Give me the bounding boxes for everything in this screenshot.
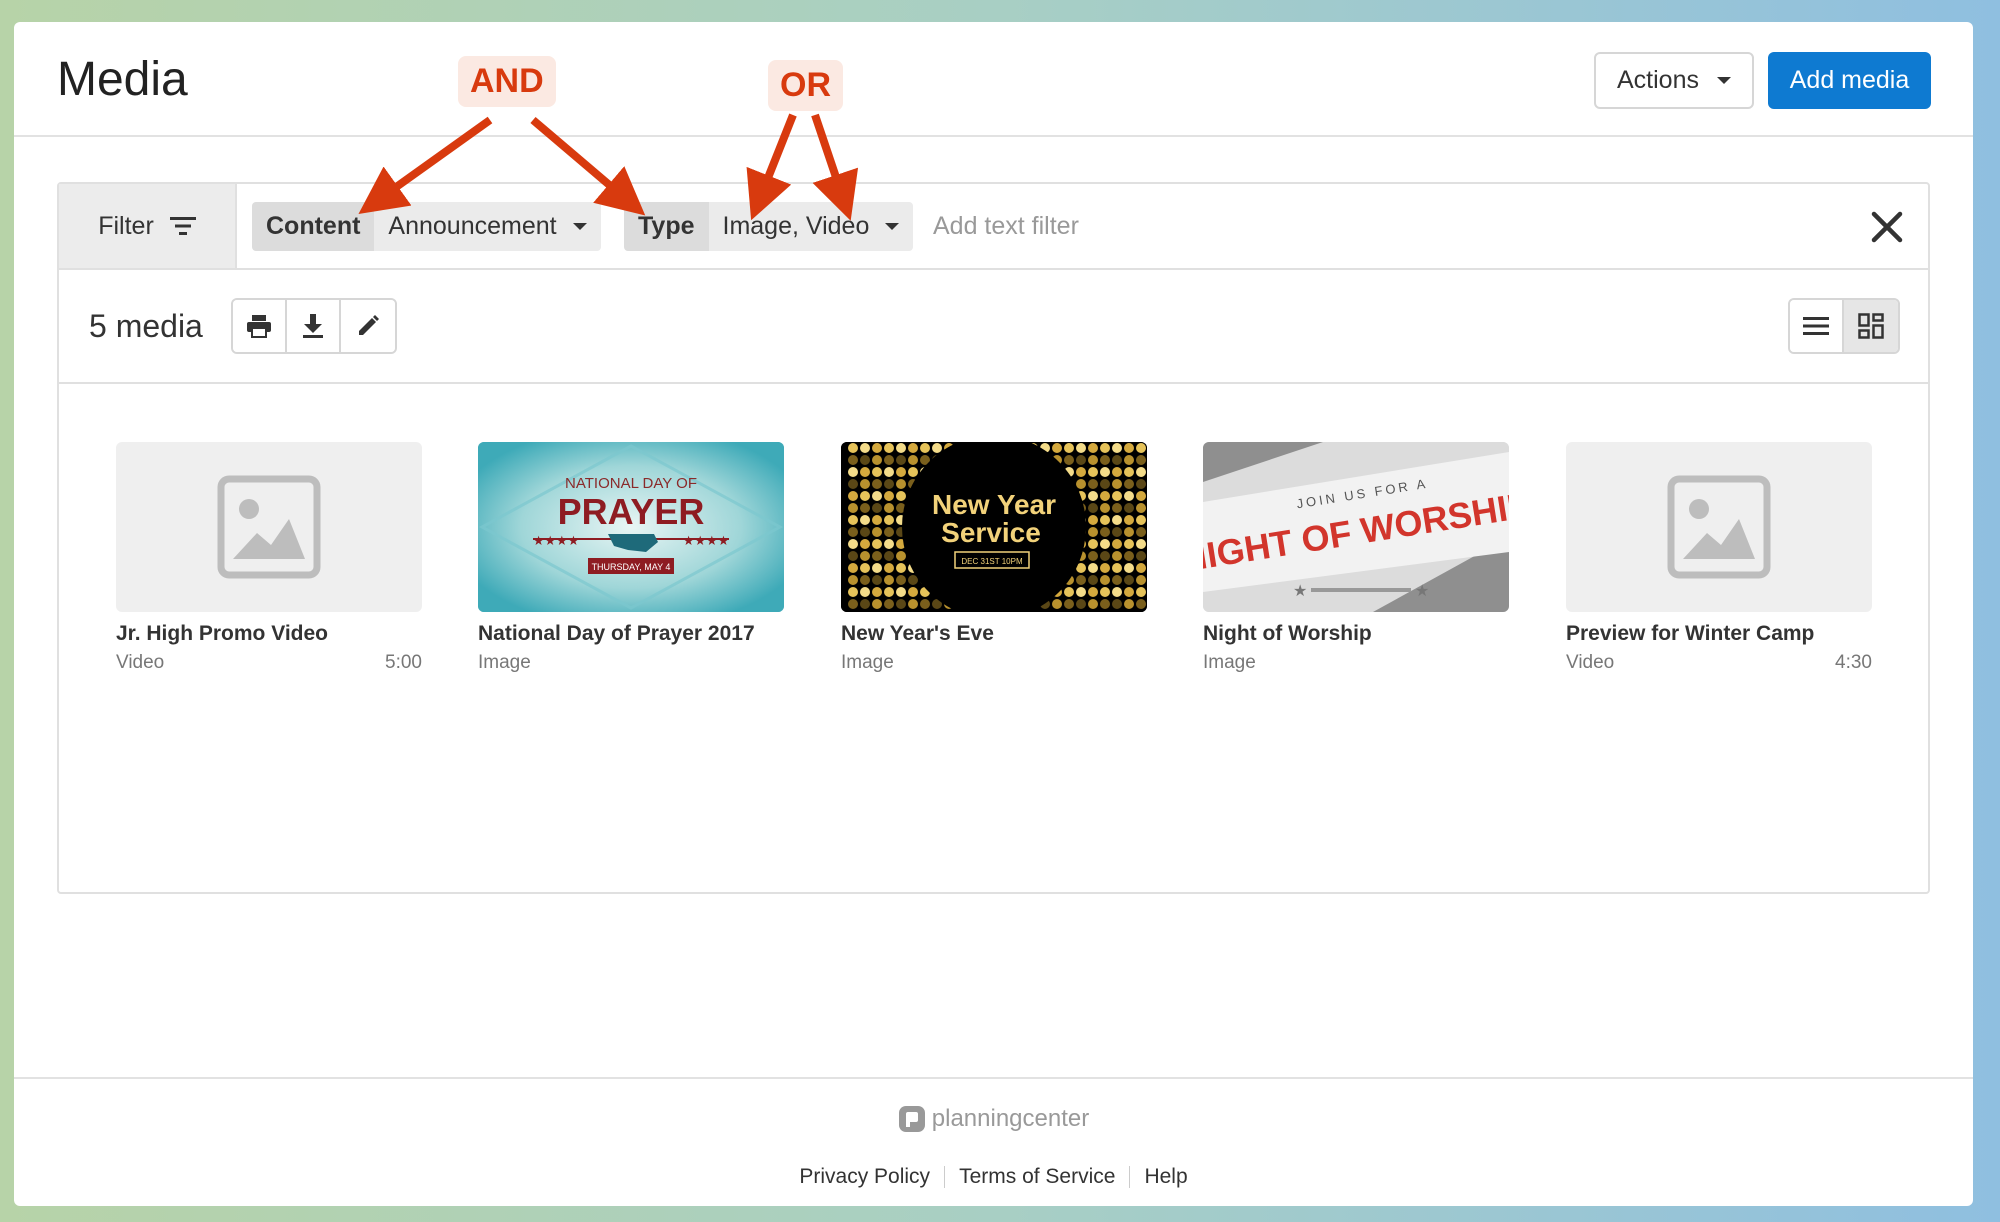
media-meta: Video 4:30 [1566,652,1872,674]
page-footer: planningcenter Privacy Policy Terms of S… [14,1077,1973,1206]
prayer-line3: THURSDAY, MAY 4 [592,562,671,572]
media-panel: Filter Content Announcement Type Image, … [57,182,1930,894]
bulk-actions-group [231,298,397,354]
results-toolbar: 5 media [59,270,1928,384]
image-placeholder-icon [217,475,321,579]
media-meta: Image [1203,652,1509,674]
grid-view-button[interactable] [1844,300,1898,352]
footer-links: Privacy Policy Terms of Service Help [14,1165,1973,1189]
chip-value-content[interactable]: Announcement [374,202,601,251]
filter-icon [169,217,196,235]
type-filter-chip[interactable]: Type Image, Video [624,202,914,251]
media-type: Video [1566,652,1615,673]
media-duration: 4:30 [1835,652,1872,673]
media-count: 5 media [89,308,203,344]
chip-value-type[interactable]: Image, Video [708,202,914,251]
actions-label: Actions [1617,66,1699,94]
chip-value-text: Image, Video [722,212,870,240]
close-icon[interactable] [1868,208,1906,246]
chip-key-type: Type [624,202,709,251]
add-text-filter-input[interactable]: Add text filter [933,202,1079,251]
svg-text:★★★★: ★★★★ [533,533,580,548]
page-title: Media [57,53,188,106]
newyear-artwork: New Year Service DEC 31ST 10PM [841,442,1147,612]
view-toggle-group [1788,298,1900,354]
add-media-button[interactable]: Add media [1768,52,1931,109]
media-type: Video [116,652,165,673]
chevron-down-icon [1716,77,1731,84]
media-title[interactable]: Preview for Winter Camp [1566,622,1872,646]
privacy-policy-link[interactable]: Privacy Policy [799,1165,930,1189]
content-filter-chip[interactable]: Content Announcement [252,202,601,251]
chip-value-text: Announcement [388,212,557,240]
pencil-icon [359,315,379,335]
media-type: Image [841,652,894,673]
filter-bar: Filter Content Announcement Type Image, … [59,184,1928,270]
prayer-artwork: NATIONAL DAY OF PRAYER ★★★★ ★★★★ THURSDA… [478,442,784,612]
media-card[interactable]: New Year Service DEC 31ST 10PM New Year'… [841,442,1147,674]
chevron-down-icon [572,223,587,230]
download-icon [303,314,323,338]
filter-label: Filter [98,211,154,240]
chevron-down-icon [885,223,900,230]
media-meta: Image [841,652,1147,674]
link-divider [1129,1166,1131,1188]
media-thumbnail[interactable]: New Year Service DEC 31ST 10PM [841,442,1147,612]
media-duration: 5:00 [385,652,422,673]
image-placeholder-icon [1667,475,1771,579]
media-thumbnail[interactable]: NATIONAL DAY OF PRAYER ★★★★ ★★★★ THURSDA… [478,442,784,612]
media-meta: Video 5:00 [116,652,422,674]
brand-name: planningcenter [931,1105,1090,1132]
media-card[interactable]: Preview for Winter Camp Video 4:30 [1566,442,1872,674]
page-header: Media Actions Add media [14,22,1973,137]
worship-artwork: JOIN US FOR A NIGHT OF WORSHIP ★ ★ [1203,442,1509,612]
filter-button[interactable]: Filter [59,184,237,268]
download-button[interactable] [287,300,341,352]
media-thumbnail[interactable] [116,442,422,612]
media-card[interactable]: JOIN US FOR A NIGHT OF WORSHIP ★ ★ Night… [1203,442,1509,674]
newyear-line3: DEC 31ST 10PM [961,557,1023,566]
media-card[interactable]: NATIONAL DAY OF PRAYER ★★★★ ★★★★ THURSDA… [478,442,784,674]
planning-center-icon [898,1106,925,1132]
list-icon [1803,317,1829,335]
prayer-line1: NATIONAL DAY OF [565,475,697,492]
media-title[interactable]: National Day of Prayer 2017 [478,622,784,646]
edit-button[interactable] [341,300,395,352]
terms-of-service-link[interactable]: Terms of Service [959,1165,1115,1189]
media-grid: Jr. High Promo Video Video 5:00 NATIONAL… [59,384,1928,892]
print-button[interactable] [233,300,287,352]
newyear-line2: Service [941,517,1041,548]
prayer-line2: PRAYER [558,491,705,532]
app-window: Media Actions Add media Filter Content A… [14,22,1973,1206]
or-annotation: OR [768,60,843,111]
list-view-button[interactable] [1790,300,1844,352]
svg-text:★: ★ [1415,583,1429,600]
actions-dropdown-button[interactable]: Actions [1594,52,1754,109]
media-title[interactable]: Jr. High Promo Video [116,622,422,646]
and-annotation: AND [458,56,556,107]
planning-center-logo: planningcenter [14,1105,1973,1133]
chip-key-content: Content [252,202,375,251]
svg-text:★★★★: ★★★★ [683,533,730,548]
link-divider [944,1166,946,1188]
media-thumbnail[interactable]: JOIN US FOR A NIGHT OF WORSHIP ★ ★ [1203,442,1509,612]
media-title[interactable]: New Year's Eve [841,622,1147,646]
media-type: Image [478,652,531,673]
svg-text:★: ★ [1293,583,1307,600]
grid-icon [1858,313,1884,339]
media-title[interactable]: Night of Worship [1203,622,1509,646]
media-meta: Image [478,652,784,674]
media-card[interactable]: Jr. High Promo Video Video 5:00 [116,442,422,674]
help-link[interactable]: Help [1144,1165,1187,1189]
media-thumbnail[interactable] [1566,442,1872,612]
media-type: Image [1203,652,1256,673]
newyear-line1: New Year [932,489,1056,520]
print-icon [247,315,271,338]
